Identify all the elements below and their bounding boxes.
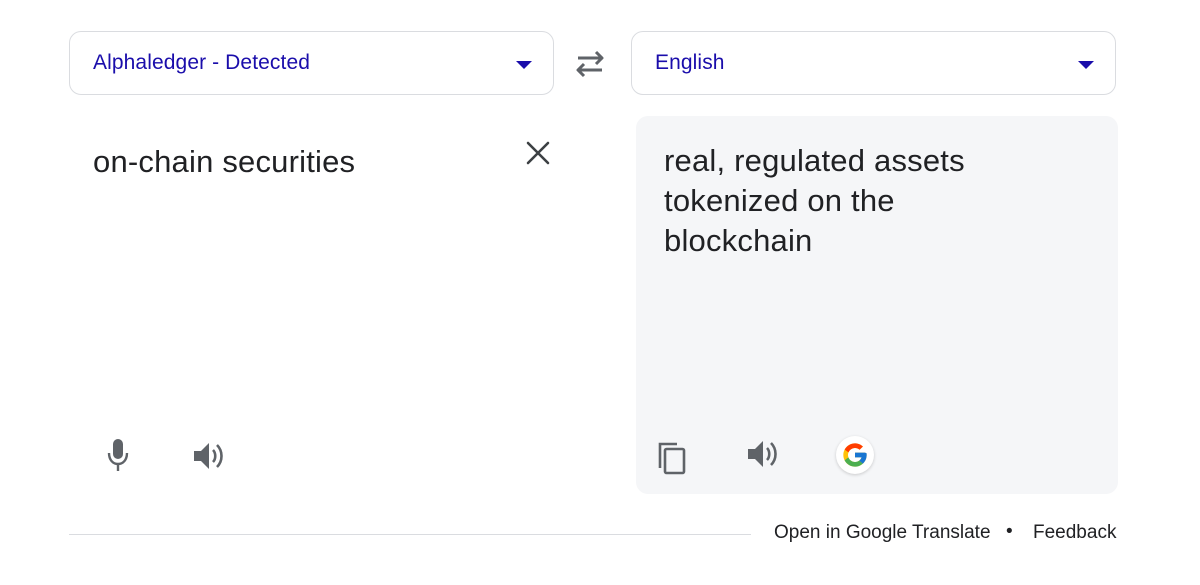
listen-translation-button[interactable]	[746, 438, 780, 470]
source-language-select[interactable]: Alphaledger - Detected	[69, 31, 554, 95]
voice-input-button[interactable]	[107, 438, 129, 472]
clear-text-button[interactable]	[524, 139, 552, 167]
source-language-label: Alphaledger - Detected	[93, 51, 310, 74]
translation-text: real, regulated assets tokenized on the …	[664, 143, 965, 258]
target-language-select[interactable]: English	[631, 31, 1116, 95]
chevron-down-icon	[516, 61, 532, 69]
open-in-google-translate-link[interactable]: Open in Google Translate	[774, 522, 991, 544]
chevron-down-icon	[1078, 61, 1094, 69]
google-search-button[interactable]	[836, 436, 874, 474]
source-text-input[interactable]: on-chain securities	[93, 144, 355, 180]
translation-panel: real, regulated assets tokenized on the …	[636, 116, 1118, 494]
close-icon	[526, 141, 550, 165]
copy-icon	[658, 442, 686, 475]
target-language-label: English	[655, 51, 725, 74]
swap-icon	[576, 50, 604, 78]
source-text-panel: on-chain securities	[69, 116, 554, 494]
footer-divider	[69, 534, 751, 535]
microphone-icon	[107, 439, 129, 471]
copy-translation-button[interactable]	[656, 441, 686, 475]
speaker-icon	[748, 441, 777, 467]
speaker-icon	[194, 443, 223, 469]
footer-separator: •	[1006, 521, 1013, 542]
listen-source-button[interactable]	[192, 440, 226, 472]
feedback-link[interactable]: Feedback	[1033, 522, 1116, 544]
swap-languages-button[interactable]	[572, 48, 608, 80]
google-logo-icon	[843, 443, 867, 467]
